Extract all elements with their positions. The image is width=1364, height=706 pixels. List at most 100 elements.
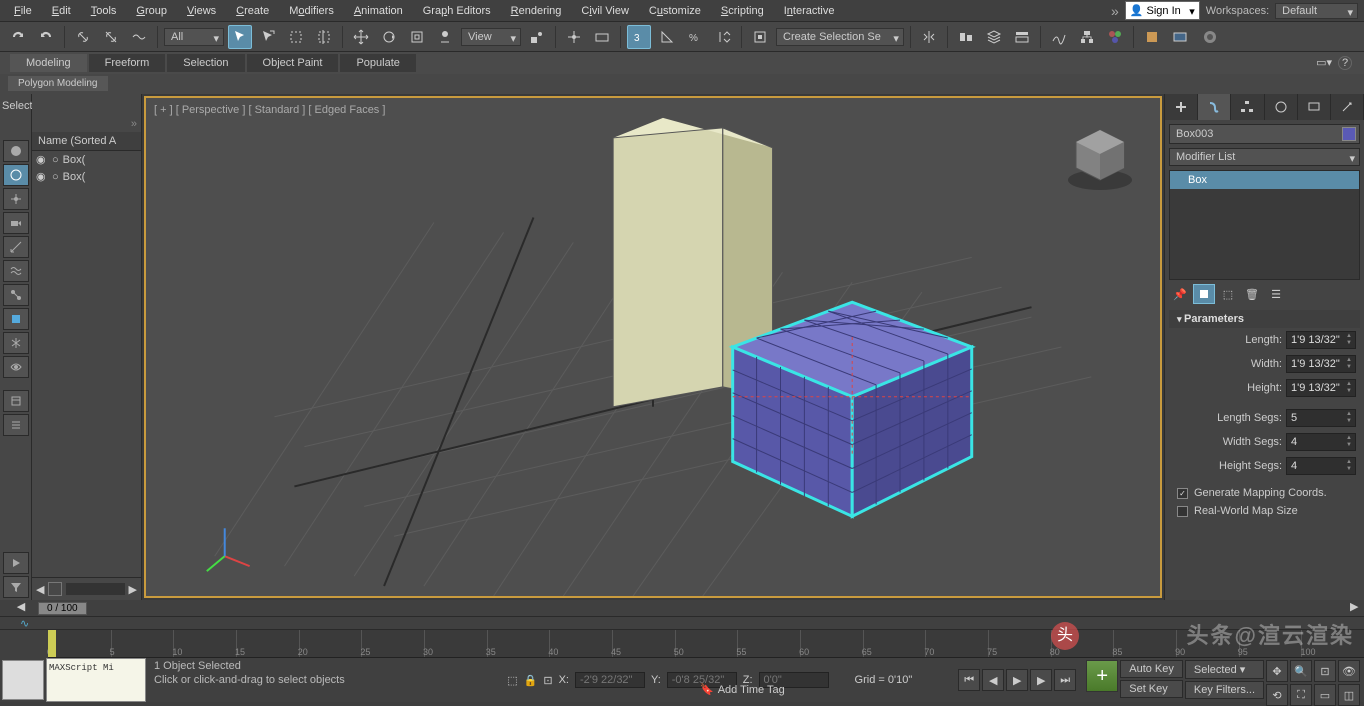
time-slider-thumb[interactable]: 0 / 100 xyxy=(38,602,87,615)
menu-rendering[interactable]: Rendering xyxy=(503,3,570,19)
menu-grapheditors[interactable]: Graph Editors xyxy=(415,3,499,19)
cmd-tab-display[interactable] xyxy=(1298,94,1331,120)
configure-sets-icon[interactable]: ☰ xyxy=(1265,284,1287,304)
display-bone-icon[interactable] xyxy=(3,284,29,306)
param-height-input[interactable]: 1'9 13/32"▲▼ xyxy=(1286,379,1356,397)
autokey-button[interactable]: Auto Key xyxy=(1120,660,1183,678)
param-length-input[interactable]: 1'9 13/32"▲▼ xyxy=(1286,331,1356,349)
nav-zoom-button[interactable]: 🔍 xyxy=(1290,660,1312,682)
unlink-button[interactable] xyxy=(99,25,123,49)
time-slider[interactable]: 0 / 100 xyxy=(38,600,87,616)
named-selset-dropdown[interactable]: Create Selection Se▾ xyxy=(776,28,904,46)
percent-snap-button[interactable]: % xyxy=(683,25,707,49)
ref-coord-dropdown[interactable]: View▾ xyxy=(461,28,521,46)
timeline-ruler[interactable]: 0510152025303540455055606570758085909510… xyxy=(48,630,1364,658)
play-button[interactable]: ▶ xyxy=(1006,669,1028,691)
modifier-stack-item[interactable]: Box xyxy=(1170,171,1359,189)
display-geom-icon[interactable] xyxy=(3,140,29,162)
bind-spacewarp-button[interactable] xyxy=(127,25,151,49)
menu-modifiers[interactable]: Modifiers xyxy=(281,3,342,19)
nav-minmax-button[interactable]: ◫ xyxy=(1338,684,1360,706)
nav-pan-button[interactable]: ✥ xyxy=(1266,660,1288,682)
ribbon-tab-freeform[interactable]: Freeform xyxy=(89,54,166,72)
window-crossing-button[interactable] xyxy=(312,25,336,49)
menu-create[interactable]: Create xyxy=(228,3,277,19)
display-cameras-icon[interactable] xyxy=(3,212,29,234)
select-by-name-button[interactable] xyxy=(256,25,280,49)
next-frame-button[interactable]: ▶ xyxy=(1030,669,1052,691)
mirror-button[interactable] xyxy=(917,25,941,49)
cmd-tab-modify[interactable] xyxy=(1198,94,1231,120)
ribbon-tab-selection[interactable]: Selection xyxy=(167,54,244,72)
menu-interactive[interactable]: Interactive xyxy=(776,3,843,19)
modifier-list-dropdown[interactable]: Modifier List▾ xyxy=(1169,148,1360,166)
cmd-tab-motion[interactable] xyxy=(1265,94,1298,120)
gen-mapping-checkbox[interactable]: ✓Generate Mapping Coords. xyxy=(1169,484,1360,502)
cmd-tab-utilities[interactable] xyxy=(1331,94,1364,120)
display-hidden-icon[interactable] xyxy=(3,356,29,378)
menu-edit[interactable]: Edit xyxy=(44,3,79,19)
layer-explorer-icon[interactable] xyxy=(3,390,29,412)
keyfilters-button[interactable]: Key Filters... xyxy=(1185,681,1264,699)
add-timetag-button[interactable]: Add Time Tag xyxy=(718,684,785,696)
render-button[interactable] xyxy=(1196,25,1224,49)
rollout-parameters[interactable]: Parameters xyxy=(1169,310,1360,328)
display-frozen-icon[interactable] xyxy=(3,332,29,354)
nav-max-button[interactable]: ⛶ xyxy=(1290,684,1312,706)
menu-animation[interactable]: Animation xyxy=(346,3,411,19)
menu-group[interactable]: Group xyxy=(128,3,175,19)
edit-selset-button[interactable] xyxy=(748,25,772,49)
modifier-stack[interactable]: Box xyxy=(1169,170,1360,280)
ribbon-tab-populate[interactable]: Populate xyxy=(340,54,415,72)
display-containers-icon[interactable] xyxy=(3,308,29,330)
visibility-icon[interactable]: ◉ xyxy=(36,153,48,166)
nav-region-button[interactable]: ▭ xyxy=(1314,684,1336,706)
selection-center-icon[interactable]: ⊡ xyxy=(543,674,552,687)
signin-dropdown[interactable]: 👤 Sign In▾ xyxy=(1125,1,1200,20)
display-lights-icon[interactable] xyxy=(3,188,29,210)
menu-tools[interactable]: Tools xyxy=(83,3,125,19)
scale-button[interactable] xyxy=(405,25,429,49)
coord-x-input[interactable]: -2'9 22/32" xyxy=(575,672,645,688)
display-shapes-icon[interactable] xyxy=(3,164,29,186)
selected-dropdown[interactable]: Selected ▾ xyxy=(1185,660,1264,679)
menu-civilview[interactable]: Civil View xyxy=(573,3,637,19)
maxscript-mini-listener[interactable]: MAXScript Mi xyxy=(46,658,146,702)
rect-region-button[interactable] xyxy=(284,25,308,49)
lock-selection-icon[interactable]: ⬚ xyxy=(507,674,517,687)
align-button[interactable] xyxy=(954,25,978,49)
goto-end-button[interactable]: ⏭ xyxy=(1054,669,1076,691)
param-lsegs-input[interactable]: 5▲▼ xyxy=(1286,409,1356,427)
manipulate-button[interactable] xyxy=(562,25,586,49)
spinner-snap-button[interactable] xyxy=(711,25,735,49)
ribbon-panel-polymod[interactable]: Polygon Modeling xyxy=(8,76,108,91)
display-spacewarps-icon[interactable] xyxy=(3,260,29,282)
make-unique-icon[interactable]: ⬚ xyxy=(1217,284,1239,304)
cmd-tab-create[interactable] xyxy=(1165,94,1198,120)
viewcube[interactable] xyxy=(1060,118,1140,198)
nav-orbit-button[interactable]: ⟲ xyxy=(1266,684,1288,706)
object-name-field[interactable]: Box003 xyxy=(1169,124,1360,144)
material-editor-button[interactable] xyxy=(1103,25,1127,49)
param-wsegs-input[interactable]: 4▲▼ xyxy=(1286,433,1356,451)
remove-modifier-icon[interactable]: 🗑 xyxy=(1241,284,1263,304)
show-end-result-icon[interactable] xyxy=(1193,284,1215,304)
snap-toggle-button[interactable]: 3 xyxy=(627,25,651,49)
ribbon-tab-objectpaint[interactable]: Object Paint xyxy=(247,54,339,72)
prev-frame-button[interactable]: ◀ xyxy=(982,669,1004,691)
keyboard-shortcut-button[interactable] xyxy=(590,25,614,49)
scene-item-1[interactable]: ◉○Box( xyxy=(32,151,141,168)
toggle-ribbon-button[interactable] xyxy=(1010,25,1034,49)
curve-editor-button[interactable] xyxy=(1047,25,1071,49)
param-hsegs-input[interactable]: 4▲▼ xyxy=(1286,457,1356,475)
schematic-view-button[interactable] xyxy=(1075,25,1099,49)
workspace-dropdown[interactable]: Default▾ xyxy=(1275,3,1358,19)
nav-fov-button[interactable]: 👁 xyxy=(1338,660,1360,682)
menu-scripting[interactable]: Scripting xyxy=(713,3,772,19)
goto-start-button[interactable]: ⏮ xyxy=(958,669,980,691)
placement-button[interactable] xyxy=(433,25,457,49)
scene-column-header[interactable]: Name (Sorted A xyxy=(32,132,141,151)
menu-customize[interactable]: Customize xyxy=(641,3,709,19)
display-helpers-icon[interactable] xyxy=(3,236,29,258)
cmd-tab-hierarchy[interactable] xyxy=(1231,94,1264,120)
